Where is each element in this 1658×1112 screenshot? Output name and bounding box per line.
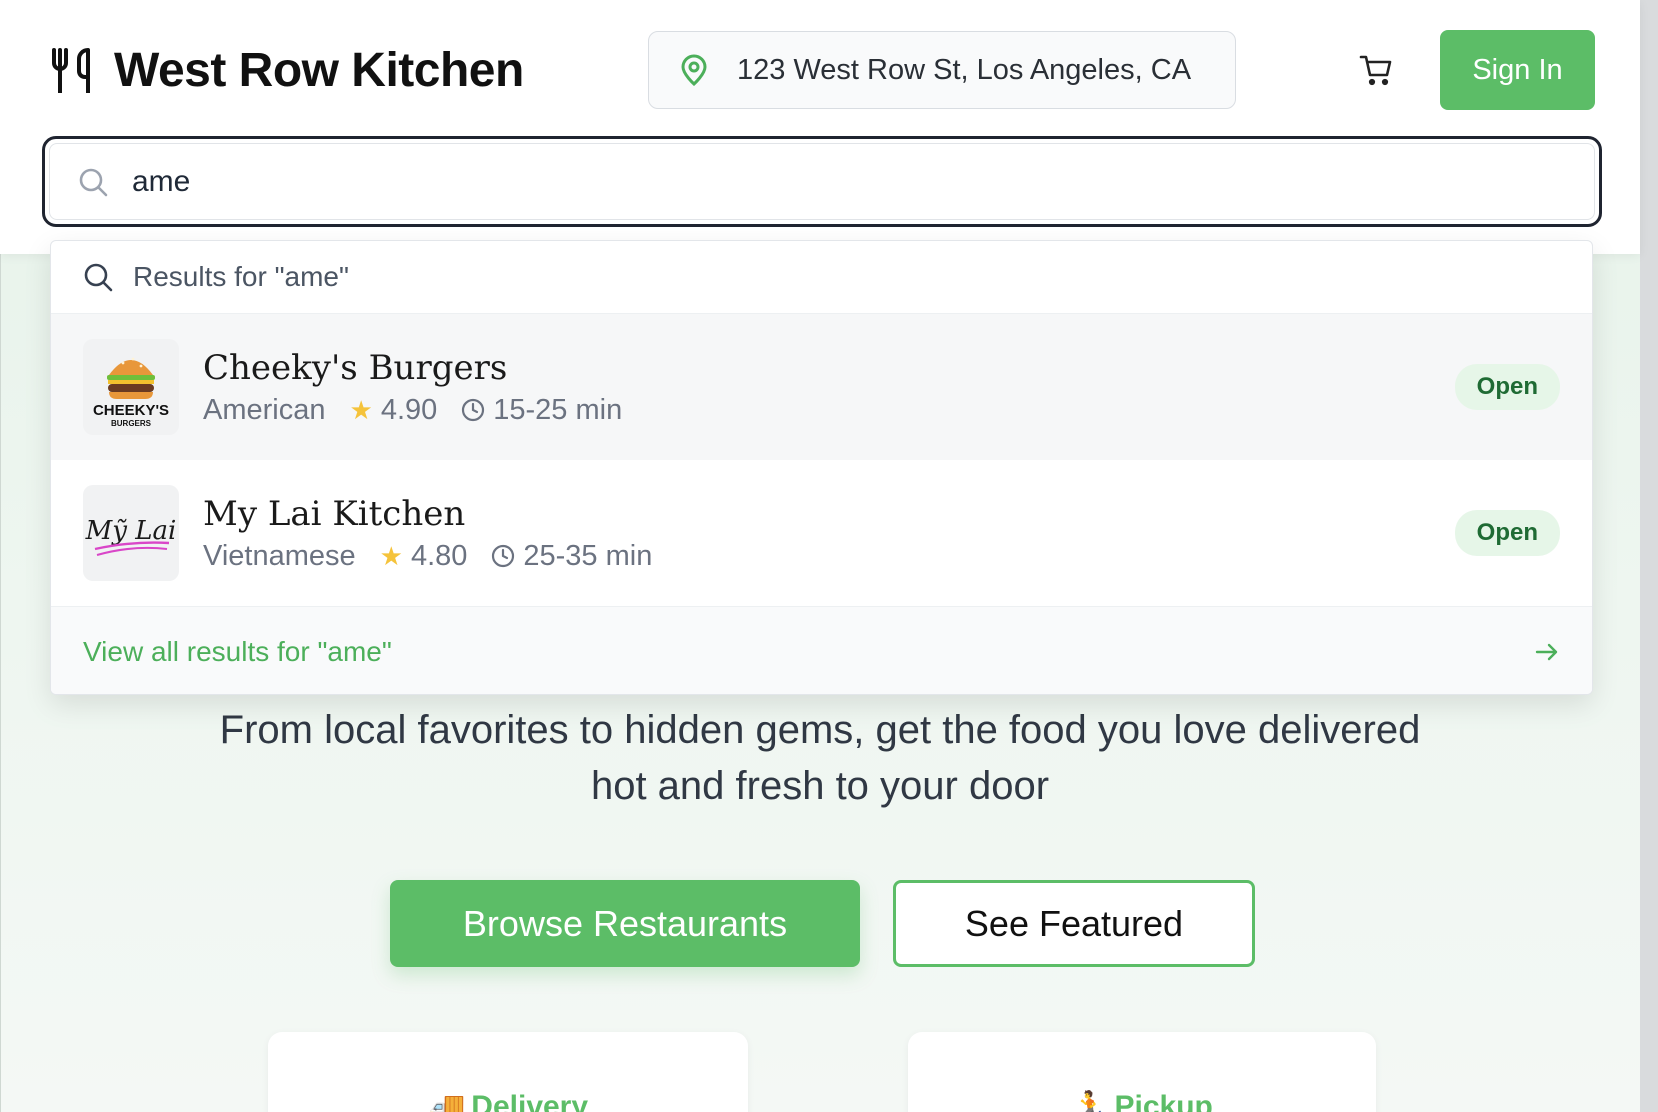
runner-icon: 🏃 [1071,1090,1109,1112]
pickup-label: Pickup [1114,1090,1213,1112]
svg-text:BURGERS: BURGERS [111,419,152,428]
burger-logo-icon: CHEEKY'S BURGERS [93,357,169,428]
restaurant-meta: American ★ 4.90 15-25 min [203,394,622,427]
hero-subtitle-line-2: hot and fresh to your door [590,764,1050,808]
results-header-text: Results for "ame" [133,261,349,292]
see-featured-button[interactable]: See Featured [893,880,1255,967]
status-badge: Open [1454,510,1560,556]
my-lai-logo-icon: Mỹ Lai [85,516,177,556]
rating: 4.90 [380,393,438,426]
map-pin-icon [681,54,707,86]
brand-logo[interactable]: West Row Kitchen [50,43,524,97]
star-icon: ★ [349,394,373,425]
clock-icon [461,398,485,422]
sign-in-button[interactable]: Sign In [1440,30,1595,110]
restaurant-name: Cheeky's Burgers [203,347,508,388]
result-body: My Lai Kitchen Vietnamese ★ 4.80 25-35 m… [203,494,652,573]
view-all-text: View all results for "ame" [83,635,392,667]
search-box [42,136,1602,227]
search-inner [49,143,1595,220]
svg-text:Mỹ Lai: Mỹ Lai [85,516,177,546]
brand-name: West Row Kitchen [114,43,524,97]
svg-text:CHEEKY'S: CHEEKY'S [93,402,169,419]
search-icon [79,168,108,196]
star-icon: ★ [379,540,403,571]
delivery-label: Delivery [471,1090,589,1112]
shopping-cart-icon [1359,55,1392,86]
truck-icon: 🚚 [427,1090,466,1112]
rating: 4.80 [410,539,468,572]
cuisine: Vietnamese [203,539,356,572]
address-text: 123 West Row St, Los Angeles, CA [737,53,1192,86]
delivery-card-title: 🚚 Delivery [428,1082,588,1112]
status-badge: Open [1454,364,1560,410]
search-result-item[interactable]: Mỹ Lai My Lai Kitchen Vietnamese ★ 4.80 … [51,460,1592,606]
delivery-time: 25-35 min [523,539,653,572]
browse-restaurants-button[interactable]: Browse Restaurants [390,880,860,967]
result-body: Cheeky's Burgers American ★ 4.90 15-25 m… [203,348,622,427]
delivery-address-selector[interactable]: 123 West Row St, Los Angeles, CA [648,31,1236,109]
site-header: West Row Kitchen 123 West Row St, Los An… [0,0,1640,254]
search-input[interactable] [132,164,1594,199]
restaurant-logo-my-lai: Mỹ Lai [83,485,179,581]
pickup-card[interactable]: 🏃 Pickup [908,1032,1376,1112]
arrow-right-icon [1535,643,1558,660]
results-header: Results for "ame" [51,241,1592,314]
restaurant-logo-cheekys: CHEEKY'S BURGERS [83,339,179,435]
cuisine: American [203,393,326,426]
pickup-card-title: 🏃 Pickup [1071,1082,1213,1112]
delivery-time: 15-25 min [493,393,623,426]
delivery-card[interactable]: 🚚 Delivery [268,1032,748,1112]
hero-subtitle: From local favorites to hidden gems, get… [100,702,1540,814]
cart-button[interactable] [1356,50,1396,90]
utensils-icon [52,48,90,93]
hero-subtitle-line-1: From local favorites to hidden gems, get… [219,708,1421,752]
search-icon [84,263,113,292]
clock-icon [491,544,515,568]
restaurant-meta: Vietnamese ★ 4.80 25-35 min [203,540,652,573]
view-all-results-link[interactable]: View all results for "ame" [51,606,1592,694]
search-result-item[interactable]: CHEEKY'S BURGERS Cheeky's Burgers Americ… [51,314,1592,460]
restaurant-name: My Lai Kitchen [203,493,466,534]
search-results-dropdown: Results for "ame" CHEEKY'S BURGERS Cheek… [50,240,1593,695]
scrollbar[interactable] [1640,0,1658,1112]
